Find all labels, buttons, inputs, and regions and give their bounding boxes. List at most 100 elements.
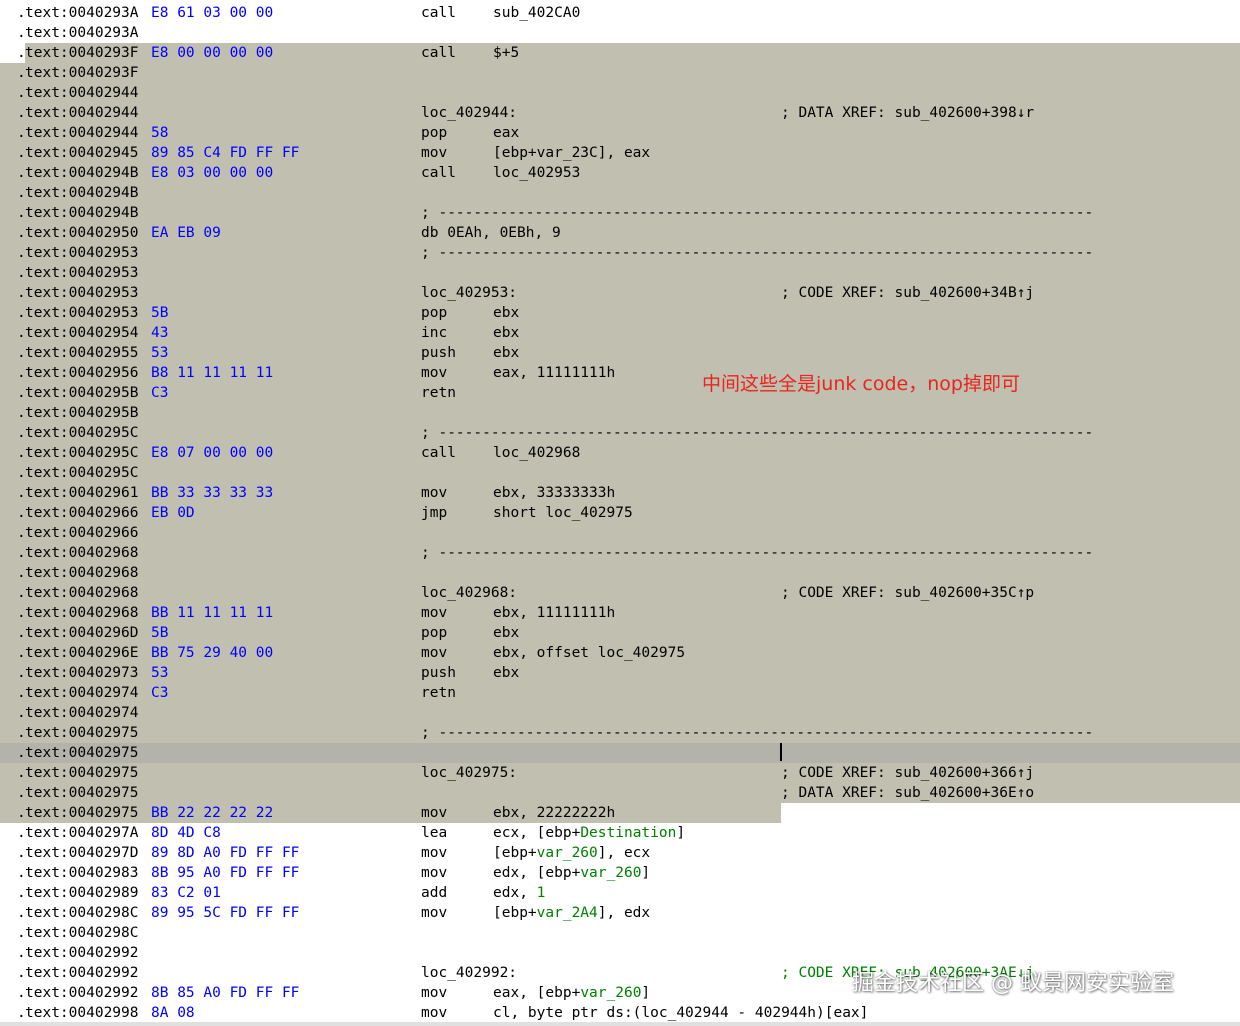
- opcode-bytes: 58: [151, 125, 169, 141]
- opcode-bytes: 8B 95 A0 FD FF FF: [151, 865, 300, 881]
- listing-row[interactable]: . text:00402945 89 85 C4 FD FF FF mov [ebp+v…: [0, 143, 1240, 163]
- mnemonic: loc_402968:: [421, 585, 518, 601]
- listing-row[interactable]: . text:0040296D 5B pop ebx: [0, 623, 1240, 643]
- listing-row[interactable]: . text:00402975 BB 22 22 22 22 mov ebx, 2222…: [0, 803, 1240, 823]
- listing-row[interactable]: . text:0040295B: [0, 403, 1240, 423]
- operand-text: ], ecx: [597, 845, 651, 861]
- listing-row[interactable]: . text:00402955 53 push ebx: [0, 343, 1240, 363]
- selection-highlight: [0, 83, 1240, 103]
- listing-row[interactable]: . text:00402989 83 C2 01 add edx, 1: [0, 883, 1240, 903]
- address: text:00402944: [25, 85, 139, 101]
- listing-row[interactable]: . text:00402950 EA EB 09 db 0EAh, 0EBh, 9: [0, 223, 1240, 243]
- listing-row[interactable]: . text:0040294B E8 03 00 00 00 call loc_4029…: [0, 163, 1240, 183]
- listing-row[interactable]: . text:0040293F: [0, 63, 1240, 83]
- address: text:00402992: [25, 965, 139, 981]
- listing-row[interactable]: . text:00402944 loc_402944:; DATA XREF: su…: [0, 103, 1240, 123]
- mnemonic: loc_402992:: [421, 965, 518, 981]
- xref-comment: ; DATA XREF: sub_402600+36E↑o: [781, 785, 1035, 801]
- operand-text: ]: [641, 985, 651, 1001]
- opcode-bytes: B8 11 11 11 11: [151, 365, 274, 381]
- opcode-bytes: BB 75 29 40 00: [151, 645, 274, 661]
- mnemonic: call: [421, 165, 456, 181]
- listing-row[interactable]: . text:00402953: [0, 263, 1240, 283]
- listing-row[interactable]: . text:0040298C: [0, 923, 1240, 943]
- operand-text: loc_402953: [493, 165, 581, 181]
- listing-row[interactable]: . text:00402953; ------------------------…: [0, 243, 1240, 263]
- listing-row[interactable]: . text:00402968 loc_402968:; CODE XREF: su…: [0, 583, 1240, 603]
- listing-row[interactable]: . text:00402973 53 push ebx: [0, 663, 1240, 683]
- address: text:00402944: [25, 125, 139, 141]
- operand: eax, 11111111h: [493, 365, 615, 381]
- operand: [ebp+var_260], ecx: [493, 845, 650, 861]
- listing-row[interactable]: . text:00402975; ------------------------…: [0, 723, 1240, 743]
- operand: ebx: [493, 625, 519, 641]
- listing-row[interactable]: . text:00402983 8B 95 A0 FD FF FF mov edx, […: [0, 863, 1240, 883]
- listing-row[interactable]: . text:00402956 B8 11 11 11 11 mov eax, 1111…: [0, 363, 1240, 383]
- address: text:00402989: [25, 885, 139, 901]
- listing-row[interactable]: . text:00402975 loc_402975:; CODE XREF: su…: [0, 763, 1240, 783]
- address: text:00402975: [25, 765, 139, 781]
- listing-row[interactable]: . text:00402944: [0, 83, 1240, 103]
- listing-row[interactable]: . text:0040293A E8 61 03 00 00 call sub_402C…: [0, 3, 1240, 23]
- selection-highlight: [0, 663, 1240, 683]
- operand: loc_402968: [493, 445, 580, 461]
- mnemonic: jmp: [421, 505, 448, 521]
- address: text:00402968: [25, 545, 139, 561]
- address: text:00402992: [25, 945, 139, 961]
- mnemonic: retn: [421, 385, 456, 401]
- listing-row[interactable]: . text:0040293A: [0, 23, 1240, 43]
- listing-row[interactable]: . text:00402968 BB 11 11 11 11 mov ebx, 1111…: [0, 603, 1240, 623]
- address: text:0040294B: [25, 165, 139, 181]
- listing-row[interactable]: . text:00402974: [0, 703, 1240, 723]
- listing-row[interactable]: . text:00402953 loc_402953:; CODE XREF: su…: [0, 283, 1240, 303]
- listing-row[interactable]: . text:0040298C 89 95 5C FD FF FF mov [ebp+v…: [0, 903, 1240, 923]
- address: text:00402955: [25, 345, 139, 361]
- listing-row[interactable]: . text:00402968: [0, 563, 1240, 583]
- operand-text: ebx, 11111111h: [493, 605, 616, 621]
- selection-highlight: [0, 783, 1240, 803]
- horizontal-scrollbar[interactable]: [0, 1022, 1240, 1026]
- opcode-bytes: 5B: [151, 305, 169, 321]
- listing-row[interactable]: . text:00402953 5B pop ebx: [0, 303, 1240, 323]
- operand: edx, [ebp+var_260]: [493, 865, 650, 881]
- operand-text: [ebp+var_23C], eax: [493, 145, 651, 161]
- listing-row[interactable]: . text:00402966 EB 0D jmp short loc_402975: [0, 503, 1240, 523]
- operand-text: ebx: [493, 665, 520, 681]
- mnemonic: mov: [421, 645, 448, 661]
- listing-row[interactable]: . text:0040294B: [0, 183, 1240, 203]
- mnemonic: mov: [421, 485, 448, 501]
- selection-highlight: [0, 683, 1240, 703]
- xref-comment: ; CODE XREF: sub_402600+34B↑j: [781, 285, 1035, 301]
- operand: ebx: [493, 325, 519, 341]
- listing-row[interactable]: . text:00402944 58 pop eax: [0, 123, 1240, 143]
- listing-row[interactable]: . text:00402975; DATA XREF: sub_402600+36…: [0, 783, 1240, 803]
- listing-row[interactable]: . text:00402954 43 inc ebx: [0, 323, 1240, 343]
- listing-row[interactable]: . text:0040293F E8 00 00 00 00 call $+5: [0, 43, 1240, 63]
- listing-row[interactable]: . text:0040294B; ------------------------…: [0, 203, 1240, 223]
- listing-row[interactable]: . text:00402966: [0, 523, 1240, 543]
- listing-row[interactable]: . text:0040295C; ------------------------…: [0, 423, 1240, 443]
- listing-row[interactable]: . text:0040295C: [0, 463, 1240, 483]
- listing-row[interactable]: . text:00402968; ------------------------…: [0, 543, 1240, 563]
- listing-row[interactable]: . text:0040295C E8 07 00 00 00 call loc_4029…: [0, 443, 1240, 463]
- listing-row[interactable]: . text:0040295B C3 retn: [0, 383, 1240, 403]
- opcode-bytes: 89 8D A0 FD FF FF: [151, 845, 300, 861]
- listing-row[interactable]: . text:0040296E BB 75 29 40 00 mov ebx, offs…: [0, 643, 1240, 663]
- listing-row[interactable]: . text:00402975: [0, 743, 1240, 763]
- address: text:00402945: [25, 145, 139, 161]
- listing-row[interactable]: . text:00402961 BB 33 33 33 33 mov ebx, 3333…: [0, 483, 1240, 503]
- annotation-note: 中间这些全是junk code，nop掉即可: [702, 373, 1020, 395]
- listing-row[interactable]: . text:00402998 8A 08 mov cl, byte ptr ds:(l…: [0, 1003, 1240, 1023]
- operand-text: ], edx: [597, 905, 651, 921]
- listing-row[interactable]: . text:0040297A 8D 4D C8 lea ecx, [ebp+Desti…: [0, 823, 1240, 843]
- address: text:0040295C: [25, 445, 139, 461]
- separator-line: ; --------------------------------------…: [421, 245, 1094, 261]
- listing-row[interactable]: . text:00402974 C3 retn: [0, 683, 1240, 703]
- listing-row[interactable]: . text:00402992: [0, 943, 1240, 963]
- mnemonic: db 0EAh, 0EBh, 9: [421, 225, 561, 241]
- operand-text: [ebp+: [493, 845, 537, 861]
- selection-highlight: [0, 703, 1240, 723]
- operand: ebx: [493, 345, 519, 361]
- listing-row[interactable]: . text:0040297D 89 8D A0 FD FF FF mov [ebp+v…: [0, 843, 1240, 863]
- opcode-bytes: BB 11 11 11 11: [151, 605, 274, 621]
